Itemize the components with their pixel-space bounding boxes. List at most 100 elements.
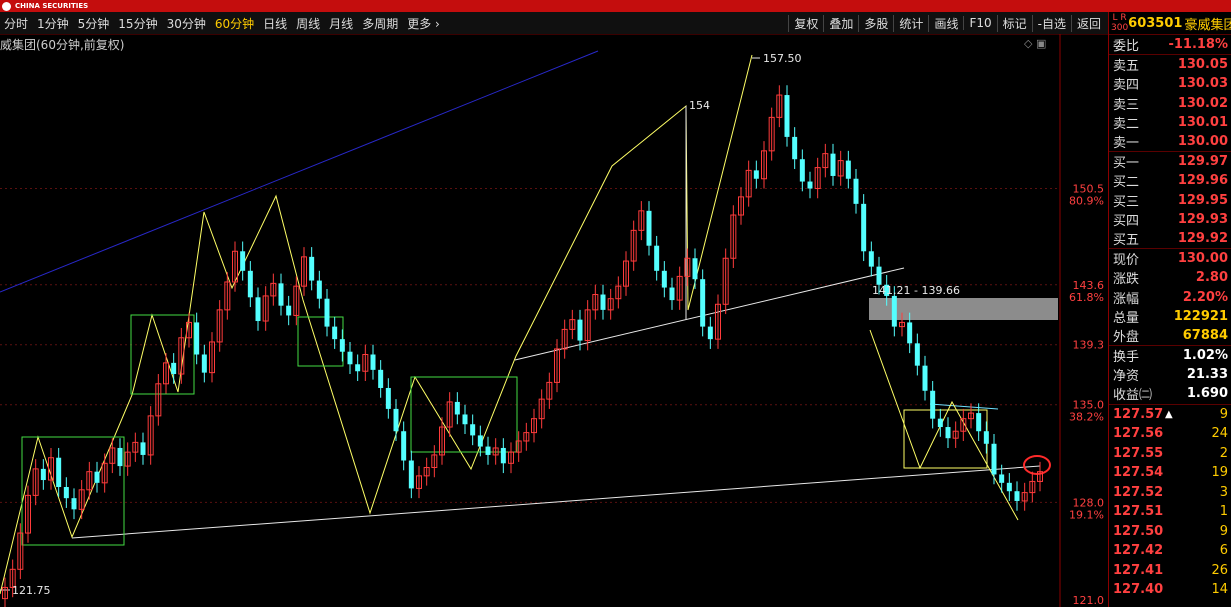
axis-price-label: 139.3 [1073, 339, 1105, 352]
period-tab[interactable]: 多周期 [362, 15, 398, 32]
trade-price: 127.40 [1113, 582, 1164, 598]
candle-body-down [753, 170, 759, 179]
quote-label: 总量 [1113, 310, 1140, 326]
period-tab[interactable]: 周线 [296, 15, 320, 32]
trade-row: 127.56 24 [1109, 424, 1231, 444]
trade-volume: 3 [1219, 484, 1228, 500]
trade-price: 127.51 [1113, 504, 1164, 520]
period-tab[interactable]: 15分钟 [118, 15, 157, 32]
trade-direction-icon: ▲ [1165, 408, 1173, 420]
quote-panel: L R 300 603501 豪威集团 委比 -11.18% 卖五 130.05 卖… [1108, 12, 1231, 607]
stats1-row: 外盘 67884 [1109, 326, 1231, 345]
price-stats: 现价 130.00 涨跌 2.80 涨幅 2.20% 总量 122921 外盘 67884 [1109, 248, 1231, 345]
stats1-row: 总量 122921 [1109, 307, 1231, 326]
period-tab[interactable]: 更多 › [407, 15, 440, 32]
stats2-row: 净资 21.33 [1109, 365, 1231, 384]
quote-value: 2.80 [1195, 270, 1228, 286]
tool-button[interactable]: 画线 [928, 14, 963, 32]
period-tab[interactable]: 30分钟 [167, 15, 206, 32]
tool-button[interactable]: 标记 [996, 14, 1032, 32]
period-tab[interactable]: 日线 [263, 15, 287, 32]
trade-price: 127.56 [1113, 426, 1164, 442]
asks-row: 卖一 130.00 [1109, 132, 1231, 151]
candle-body-down [907, 322, 913, 344]
trade-price: 127.50 [1113, 523, 1164, 539]
fundamental-stats: 换手 1.02% 净资 21.33 收益㈡ 1.690 [1109, 345, 1231, 404]
tool-button[interactable]: 返回 [1070, 14, 1106, 32]
quote-label: 换手 [1113, 350, 1140, 366]
trade-row: 127.50 9 [1109, 522, 1231, 542]
ask-levels: 卖五 130.05 卖四 130.03 卖三 130.02 卖二 130.01 卖一 130.00 [1109, 54, 1231, 151]
candle-body-down [140, 442, 146, 455]
stock-name[interactable]: 豪威集团 [1184, 14, 1231, 33]
period-tab[interactable]: 分时 [4, 15, 28, 32]
quote-label: 卖一 [1113, 136, 1140, 152]
stock-code[interactable]: 603501 [1128, 16, 1182, 31]
brand-name: CHINA SECURITIES [15, 2, 89, 10]
trade-price: 127.52 [1113, 484, 1164, 500]
tool-button[interactable]: 多股 [858, 14, 893, 32]
quote-value: 130.05 [1177, 57, 1228, 73]
trade-row: 127.51 1 [1109, 502, 1231, 522]
tool-button[interactable]: F10 [963, 16, 996, 30]
stats1-row: 现价 130.00 [1109, 249, 1231, 268]
quote-value: 130.02 [1177, 95, 1228, 111]
quote-value: 129.92 [1177, 230, 1228, 246]
asks-row: 卖五 130.05 [1109, 55, 1231, 74]
axis-pct-label: 61.8% [1069, 291, 1104, 304]
trade-volume: 14 [1211, 582, 1228, 598]
restore-icon[interactable]: ▣ [1036, 37, 1046, 50]
neckline [514, 267, 905, 361]
quote-value: 130.00 [1177, 134, 1228, 150]
candle-body-down [309, 256, 315, 281]
stats2-row: 收益㈡ 1.690 [1109, 384, 1231, 403]
trade-price: 127.55 [1113, 445, 1164, 461]
trade-row: 127.41 26 [1109, 561, 1231, 581]
period-tab[interactable]: 60分钟 [215, 15, 254, 32]
bids-row: 买二 129.96 [1109, 171, 1231, 190]
tool-button[interactable]: 叠加 [823, 14, 858, 32]
trade-volume: 2 [1219, 445, 1228, 461]
candle-body-down [930, 390, 936, 419]
tool-button[interactable]: 统计 [893, 14, 928, 32]
candle-body-down [654, 245, 660, 271]
quote-value: 67884 [1182, 327, 1228, 343]
axis-pct-label: 80.9% [1069, 195, 1104, 208]
candle-body-down [316, 280, 322, 299]
quote-value: 129.93 [1177, 211, 1228, 227]
diamond-icon[interactable]: ◇ [1024, 37, 1032, 50]
quote-label: 买一 [1113, 156, 1140, 172]
quote-label: 买三 [1113, 194, 1140, 210]
quote-value: 129.97 [1177, 154, 1228, 170]
candle-body-down [255, 297, 261, 322]
period-tab[interactable]: 1分钟 [37, 15, 69, 32]
asks-row: 卖二 130.01 [1109, 113, 1231, 132]
order-ratio-label: 委比 [1113, 39, 1140, 55]
tool-button[interactable]: -自选 [1031, 14, 1071, 32]
candle-body-down [201, 354, 207, 373]
tool-buttons: 复权 叠加 多股 统计 画线 F10 标记 -自选 返回 [788, 12, 1106, 34]
asks-row: 卖四 130.03 [1109, 74, 1231, 93]
period-tab[interactable]: 月线 [329, 15, 353, 32]
candle-body-down [401, 431, 407, 461]
period-tab[interactable]: 5分钟 [78, 15, 110, 32]
candle-body-down [1014, 491, 1020, 501]
stats1-row: 涨幅 2.20% [1109, 287, 1231, 307]
kline-chart[interactable]: 157.50154121.75141.21 - 139.66 150.580.9… [0, 34, 1108, 607]
order-ratio-row: 委比 -11.18% [1109, 35, 1231, 54]
candle-body-down [1006, 482, 1012, 492]
candle-body-down [707, 326, 713, 340]
high-label: 157.50 [763, 52, 802, 65]
trade-row: 127.52 3 [1109, 483, 1231, 503]
bids-row: 买四 129.93 [1109, 210, 1231, 229]
candle-body-down [240, 251, 246, 271]
candle-body-down [945, 427, 951, 439]
chart-window-controls[interactable]: ◇ ▣ [1024, 37, 1046, 50]
quote-label: 买五 [1113, 232, 1140, 248]
candle-body-down [462, 414, 468, 425]
tool-button[interactable]: 复权 [788, 14, 823, 32]
asks-row: 卖三 130.02 [1109, 94, 1231, 113]
order-ratio-value: -11.18% [1168, 37, 1228, 53]
period-selector: 分时 1分钟 5分钟 15分钟 30分钟 60分钟 日线 周线 月线 多周期 更多 › [4, 12, 449, 34]
trade-volume: 24 [1211, 426, 1228, 442]
